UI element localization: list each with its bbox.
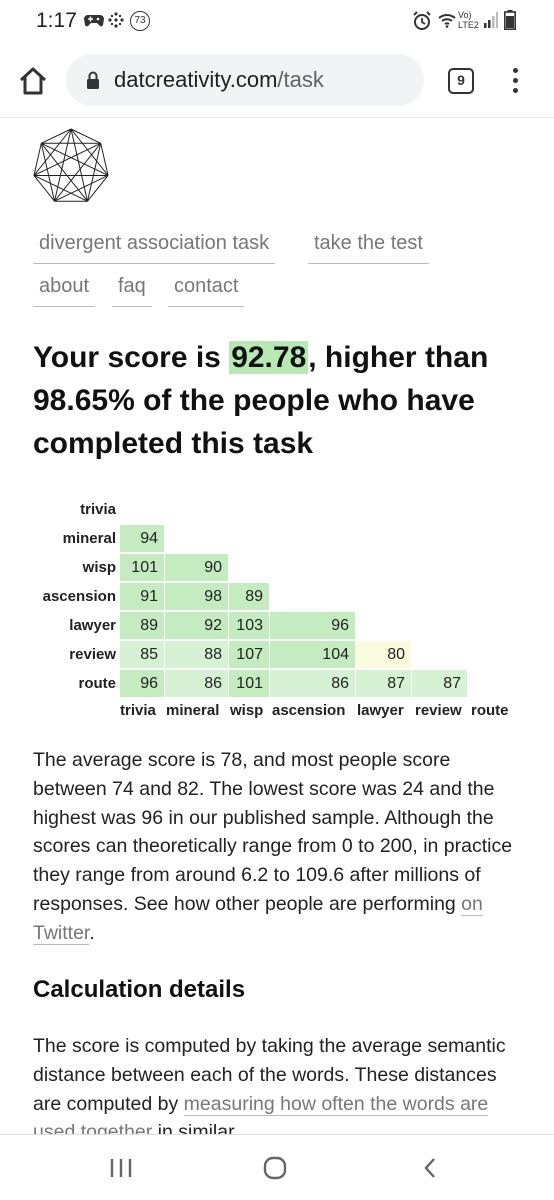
col-label-mineral: mineral <box>166 702 220 719</box>
url-text: datcreativity.com/task <box>114 67 324 93</box>
system-nav-bar <box>0 1134 554 1200</box>
average-score-paragraph: The average score is 78, and most people… <box>33 749 513 945</box>
battery-icon <box>504 10 516 34</box>
network-label: Vo) LTE2 <box>458 10 479 30</box>
app-grid-icon <box>108 12 124 32</box>
matrix-cell: 91 <box>120 583 164 610</box>
col-label-wisp: wisp <box>230 702 264 719</box>
matrix-cell: 101 <box>120 554 164 581</box>
alarm-icon <box>412 11 432 35</box>
col-label-trivia: trivia <box>120 702 156 719</box>
distance-matrix: trivia mineral wisp ascension lawyer review ro… <box>0 118 554 719</box>
calculation-paragraph: The score is computed by taking the aver… <box>33 1032 523 1134</box>
col-label-lawyer: lawyer <box>357 702 404 719</box>
recent-apps-button[interactable] <box>106 1155 136 1181</box>
tab-switcher-button[interactable]: 9 <box>448 68 474 94</box>
matrix-cell: 89 <box>229 583 269 610</box>
matrix-cell: 86 <box>165 670 228 697</box>
row-label-review: review <box>69 646 116 663</box>
status-time: 1:17 <box>36 9 77 32</box>
row-label-mineral: mineral <box>62 530 116 547</box>
address-bar[interactable]: datcreativity.com/task <box>66 54 424 106</box>
matrix-cell: 85 <box>120 641 164 668</box>
matrix-cell: 103 <box>229 612 269 639</box>
matrix-cell: 94 <box>120 525 164 552</box>
url-path: /task <box>277 67 324 92</box>
col-label-ascension: ascension <box>272 702 346 719</box>
page-content: divergent association task take the test… <box>0 118 554 1134</box>
matrix-cell: 90 <box>165 554 228 581</box>
back-chevron-icon <box>424 1158 435 1178</box>
matrix-cell: 96 <box>120 670 164 697</box>
matrix-cell: 87 <box>356 670 411 697</box>
status-bar: 1:17 73 Vo) LTE2 <box>0 0 554 44</box>
matrix-cell: 104 <box>270 641 355 668</box>
notification-badge: 73 <box>130 11 150 31</box>
home-nav-button[interactable] <box>260 1155 290 1181</box>
home-icon <box>19 67 47 95</box>
lock-icon <box>87 71 99 89</box>
wifi-icon <box>438 12 456 32</box>
signal-icon <box>484 12 498 32</box>
matrix-cell: 80 <box>356 641 411 668</box>
matrix-cell: 89 <box>120 612 164 639</box>
row-label-route: route <box>78 675 117 692</box>
matrix-cell: 96 <box>270 612 355 639</box>
browser-toolbar: datcreativity.com/task 9 <box>0 44 554 118</box>
more-menu-icon[interactable] <box>508 68 522 96</box>
url-domain: datcreativity.com <box>114 67 278 92</box>
matrix-cell: 98 <box>165 583 228 610</box>
recent-apps-icon <box>110 1159 132 1177</box>
matrix-cell: 88 <box>165 641 228 668</box>
matrix-cell: 92 <box>165 612 228 639</box>
matrix-cell: 87 <box>412 670 467 697</box>
row-label-ascension: ascension <box>42 588 116 605</box>
col-label-review: review <box>415 702 462 719</box>
calculation-details-heading: Calculation details <box>33 976 246 1003</box>
row-label-trivia: trivia <box>80 501 116 518</box>
col-label-route: route <box>471 702 509 719</box>
row-label-lawyer: lawyer <box>69 617 116 634</box>
matrix-cell: 86 <box>270 670 355 697</box>
home-button[interactable] <box>16 64 50 98</box>
matrix-cell: 107 <box>229 641 269 668</box>
gamepad-icon <box>84 12 104 32</box>
row-label-wisp: wisp <box>82 559 116 576</box>
home-circle-icon <box>263 1156 287 1180</box>
back-button[interactable] <box>416 1155 446 1181</box>
matrix-cell: 101 <box>229 670 269 697</box>
